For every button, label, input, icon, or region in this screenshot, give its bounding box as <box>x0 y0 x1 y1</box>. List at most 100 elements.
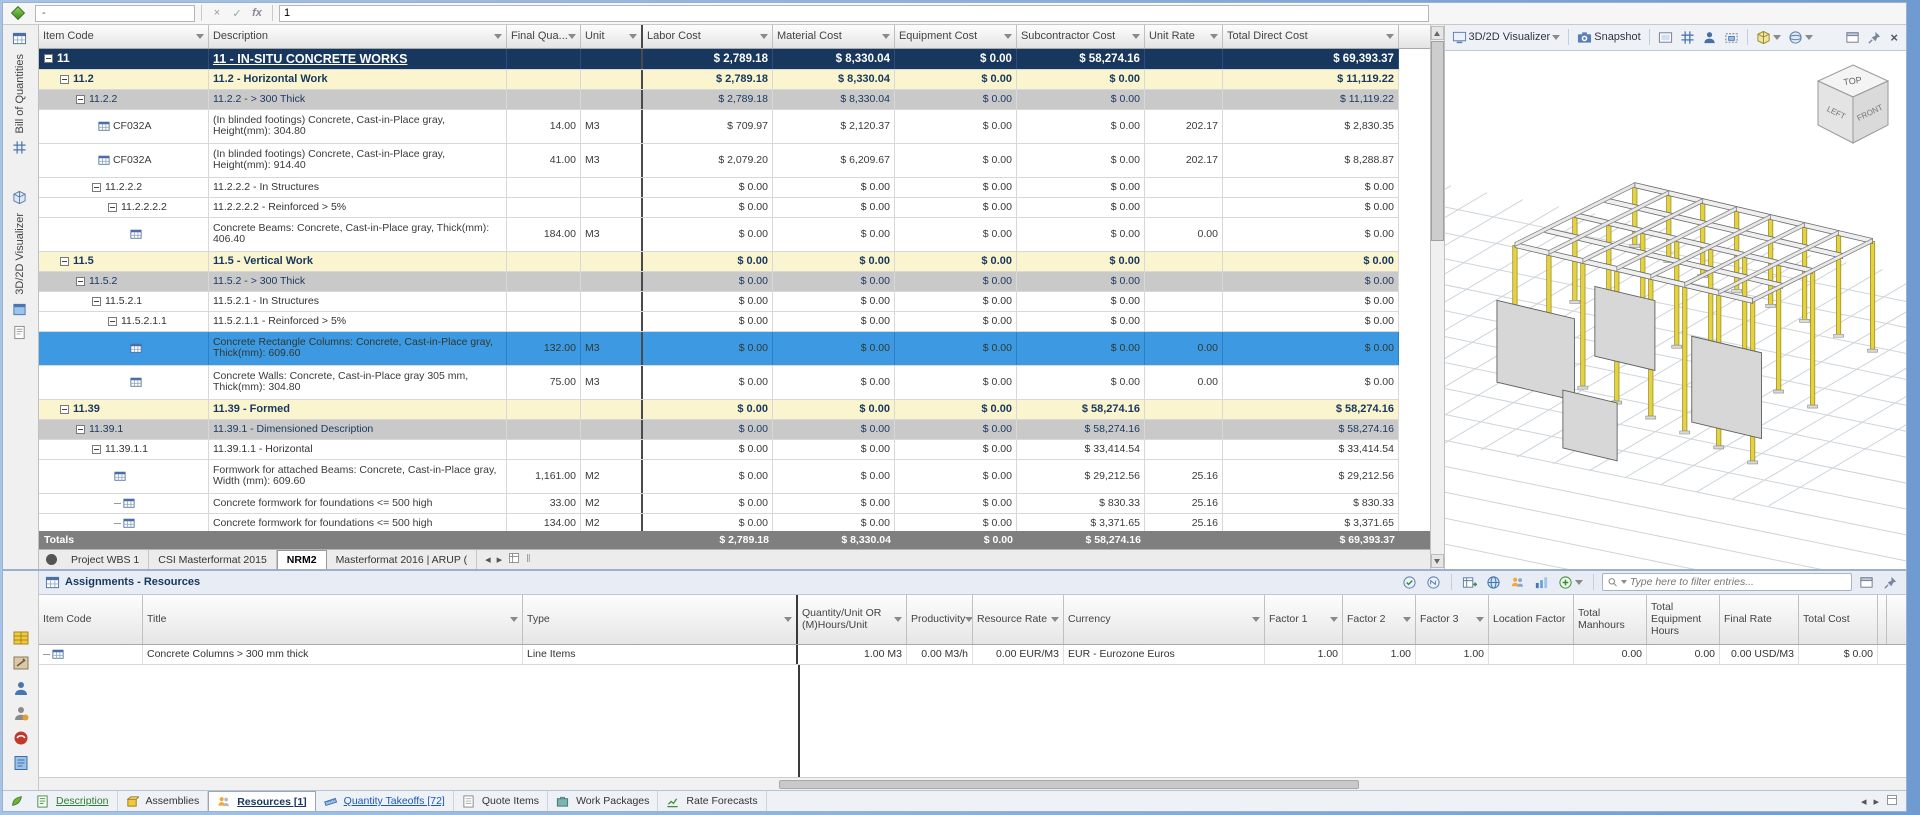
grid-row[interactable]: CF032A (In blinded footings) Concrete, Ca… <box>38 109 1399 144</box>
cancel-button[interactable]: × <box>208 7 226 19</box>
panel-icon[interactable] <box>12 302 28 318</box>
cell-desc[interactable]: Concrete formwork for foundations <= 500… <box>209 513 507 531</box>
visualizer-mode-button[interactable]: 3D/2D Visualizer <box>1450 29 1563 46</box>
cell-f3[interactable]: 1.00 <box>1416 644 1489 664</box>
filter-caret-icon[interactable] <box>1403 616 1411 622</box>
validate-button[interactable] <box>1400 574 1419 591</box>
cell-code[interactable]: 11 <box>39 48 209 69</box>
cell-unit_rate[interactable]: 0.00 <box>1145 365 1223 399</box>
cell-labor[interactable]: $ 0.00 <box>643 291 773 311</box>
confirm-button[interactable]: ✓ <box>228 7 246 20</box>
add-columns-button[interactable] <box>1460 574 1479 591</box>
tab-resources-1[interactable]: Resources [1] <box>208 791 316 811</box>
cell-unit[interactable]: M2 <box>581 513 643 531</box>
cell-subcontractor[interactable]: $ 0.00 <box>1017 331 1145 365</box>
assemblies-icon[interactable] <box>12 629 30 647</box>
cell-total[interactable]: $ 33,414.54 <box>1223 439 1399 459</box>
expand-collapse-icon[interactable] <box>107 316 117 326</box>
cell-code[interactable]: 11.5.2.1 <box>39 291 209 311</box>
cell-labor[interactable]: $ 0.00 <box>643 439 773 459</box>
view-cube[interactable]: TOP LEFT FRONT <box>1810 59 1896 154</box>
geometry-filter-button[interactable] <box>1754 29 1783 46</box>
pin-panel-button[interactable] <box>1881 574 1900 591</box>
cell-material[interactable]: $ 0.00 <box>773 217 895 251</box>
cell-unit[interactable] <box>581 311 643 331</box>
cell-code[interactable]: 11.5 <box>39 251 209 271</box>
add-resource-button[interactable] <box>1556 574 1585 591</box>
float-window-button[interactable] <box>1843 29 1862 46</box>
cell-unit_rate[interactable] <box>1145 48 1223 69</box>
cell-equipment[interactable]: $ 0.00 <box>895 331 1017 365</box>
cell-total[interactable]: $ 2,830.35 <box>1223 109 1399 143</box>
cell-total[interactable]: $ 0.00 <box>1223 365 1399 399</box>
cell-qty[interactable] <box>507 439 581 459</box>
cell-equipment[interactable]: $ 0.00 <box>895 291 1017 311</box>
cell-equipment[interactable]: $ 0.00 <box>895 197 1017 217</box>
cell-subcontractor[interactable]: $ 0.00 <box>1017 311 1145 331</box>
column-header-currency[interactable]: Currency <box>1064 594 1265 644</box>
fullscreen-button[interactable] <box>1656 29 1675 46</box>
cell-unit[interactable] <box>581 48 643 69</box>
cell-desc[interactable]: 11.5.2.1.1 - Reinforced > 5% <box>209 311 507 331</box>
cell-subcontractor[interactable]: $ 0.00 <box>1017 291 1145 311</box>
cell-currency[interactable]: EUR - Eurozone Euros <box>1064 644 1265 664</box>
cell-material[interactable]: $ 0.00 <box>773 439 895 459</box>
visualizer-cube-icon[interactable] <box>12 190 28 206</box>
grid-row[interactable]: Concrete formwork for foundations <= 500… <box>38 493 1399 514</box>
cell-unit[interactable]: M3 <box>581 331 643 365</box>
grid-row[interactable]: 11.2 11.2 - Horizontal Work $ 2,789.18 $ 8,… <box>38 69 1399 90</box>
avatar-mode-button[interactable] <box>1700 29 1719 46</box>
cell-qty[interactable] <box>507 271 581 291</box>
cell-qty[interactable] <box>507 311 581 331</box>
cell-qty[interactable]: 184.00 <box>507 217 581 251</box>
expand-collapse-icon[interactable] <box>59 74 69 84</box>
name-box[interactable]: - <box>35 4 195 22</box>
cell-qty[interactable] <box>507 177 581 197</box>
cell-material[interactable]: $ 0.00 <box>773 177 895 197</box>
cell-labor[interactable]: $ 0.00 <box>643 365 773 399</box>
cell-total[interactable]: $ 11,119.22 <box>1223 89 1399 109</box>
cell-labor[interactable]: $ 0.00 <box>643 177 773 197</box>
show-grid-button[interactable] <box>1678 29 1697 46</box>
cell-subcontractor[interactable]: $ 58,274.16 <box>1017 419 1145 439</box>
cell-unit_rate[interactable] <box>1145 399 1223 419</box>
cell-loc[interactable] <box>1489 644 1574 664</box>
sheet-tab-masterformat-2016-arup[interactable]: Masterformat 2016 | ARUP ( <box>327 549 478 569</box>
cell-unit_rate[interactable] <box>1145 311 1223 331</box>
filter-caret-icon[interactable] <box>628 33 637 39</box>
cell-qty[interactable]: 1,161.00 <box>507 459 581 493</box>
cell-unit[interactable] <box>581 439 643 459</box>
tabs-scroll-right-icon[interactable]: ▸ <box>497 553 503 566</box>
cell-equipment[interactable]: $ 0.00 <box>895 89 1017 109</box>
cell-equipment[interactable]: $ 0.00 <box>895 48 1017 69</box>
cell-desc[interactable]: 11.39.1 - Dimensioned Description <box>209 419 507 439</box>
cell-material[interactable]: $ 0.00 <box>773 197 895 217</box>
cell-equipment[interactable]: $ 0.00 <box>895 251 1017 271</box>
expand-collapse-icon[interactable] <box>75 94 85 104</box>
boq-table-icon[interactable] <box>12 31 28 47</box>
cell-code[interactable]: 11.2.2.2.2 <box>39 197 209 217</box>
cell-qty[interactable] <box>507 89 581 109</box>
column-header-manhours[interactable]: Total Manhours <box>1574 594 1647 644</box>
cell-subcontractor[interactable]: $ 0.00 <box>1017 143 1145 177</box>
column-header-f2[interactable]: Factor 2 <box>1343 594 1416 644</box>
cell-subcontractor[interactable]: $ 29,212.56 <box>1017 459 1145 493</box>
cell-unit[interactable] <box>581 89 643 109</box>
cell-code[interactable] <box>39 493 209 513</box>
column-header-material[interactable]: Material Cost <box>773 24 895 48</box>
grid-row[interactable]: 11.2.2.2 11.2.2.2 - In Structures $ 0.00 $ … <box>38 177 1399 198</box>
cell-labor[interactable]: $ 2,789.18 <box>643 89 773 109</box>
tab-quantity-takeoffs-72[interactable]: Quantity Takeoffs [72] <box>316 791 454 811</box>
filter-entries-input[interactable] <box>1629 576 1847 589</box>
cell-material[interactable]: $ 8,330.04 <box>773 69 895 89</box>
cell-qty[interactable] <box>507 69 581 89</box>
cell-type[interactable]: Line Items <box>523 644 798 664</box>
cell-material[interactable]: $ 0.00 <box>773 513 895 531</box>
cell-code[interactable] <box>39 459 209 493</box>
column-header-f1[interactable]: Factor 1 <box>1265 594 1343 644</box>
cell-material[interactable]: $ 6,209.67 <box>773 143 895 177</box>
expand-collapse-icon[interactable] <box>107 202 117 212</box>
cell-code[interactable] <box>39 513 209 531</box>
cell-qty[interactable]: 132.00 <box>507 331 581 365</box>
cell-desc[interactable]: 11.2.2.2 - In Structures <box>209 177 507 197</box>
